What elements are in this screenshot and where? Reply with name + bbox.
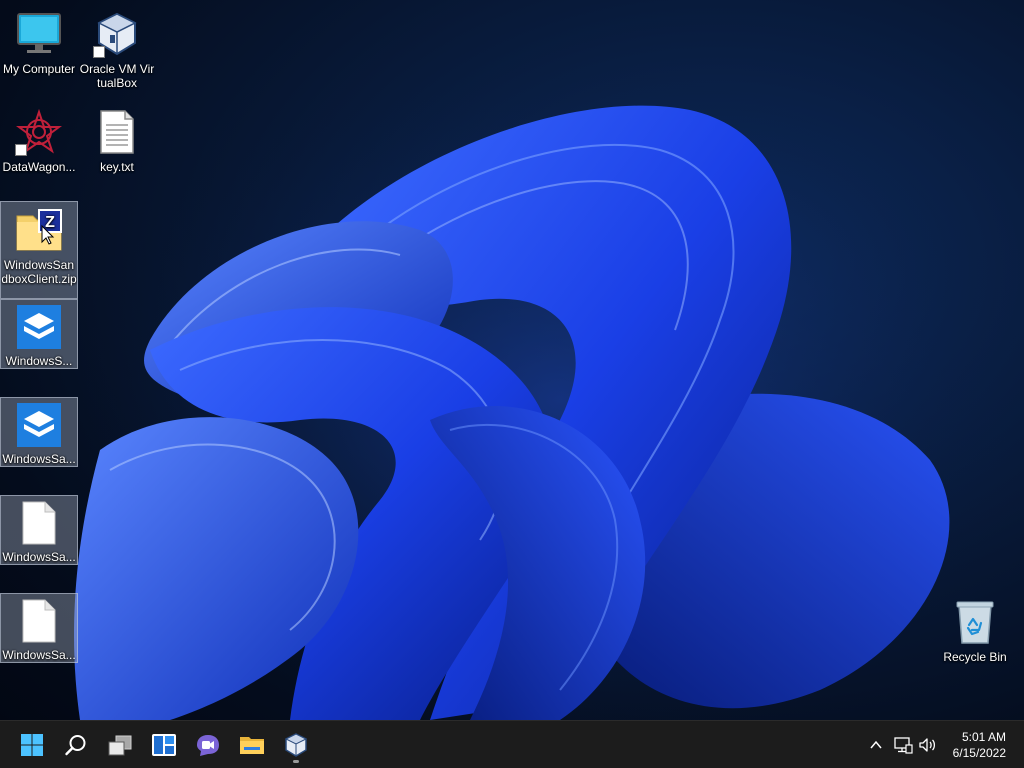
desktop-icon-label: WindowsSa... (2, 648, 76, 662)
windows-logo-icon (21, 734, 43, 756)
desktop-icon-sandbox-client-zip[interactable]: Z WindowsSandboxClient.zip (0, 201, 78, 299)
svg-text:Z: Z (45, 214, 55, 231)
running-indicator (293, 760, 299, 763)
desktop-icon-label: WindowsS... (5, 354, 73, 368)
datawagon-icon (15, 108, 63, 156)
shortcut-arrow-icon (15, 144, 27, 156)
desktop-icon-windows-sandbox-2[interactable]: WindowsSa... (0, 397, 78, 467)
task-view-button[interactable] (100, 725, 140, 765)
file-explorer-button[interactable] (232, 725, 272, 765)
chat-button[interactable] (188, 725, 228, 765)
monitor-icon (15, 10, 63, 58)
desktop-icon-label: Recycle Bin (943, 650, 1007, 664)
virtualbox-icon (93, 10, 141, 58)
blank-file-icon (15, 598, 63, 644)
desktop-icon-key-txt[interactable]: key.txt (78, 104, 156, 174)
desktop-icon-windows-sandbox-file-1[interactable]: WindowsSa... (0, 495, 78, 565)
desktop-icon-label: My Computer (2, 62, 76, 76)
virtualbox-taskbar-button[interactable] (276, 725, 316, 765)
sandbox-icon (15, 304, 63, 350)
clock-date: 6/15/2022 (952, 746, 1006, 760)
desktop-icon-label: WindowsSandboxClient.zip (1, 258, 77, 286)
folder-icon (240, 737, 264, 754)
desktop[interactable]: My Computer Oracle VM VirtualBox DataWag… (0, 0, 1024, 768)
desktop-icon-recycle-bin[interactable]: Recycle Bin (936, 594, 1014, 664)
sandbox-icon (15, 402, 63, 448)
desktop-icon-label: WindowsSa... (2, 550, 76, 564)
search-icon (65, 735, 86, 756)
task-view-icon (108, 735, 132, 756)
recycle-bin-icon (951, 598, 999, 646)
shortcut-arrow-icon (93, 46, 105, 58)
desktop-icon-label: WindowsSa... (2, 452, 76, 466)
desktop-icon-label: key.txt (100, 160, 134, 174)
network-icon (894, 737, 913, 754)
taskbar: 5:01 AM 6/15/2022 (0, 720, 1024, 768)
desktop-icon-windows-sandbox-1[interactable]: WindowsS... (0, 299, 78, 369)
widgets-icon (152, 734, 176, 756)
show-hidden-icons-button[interactable] (864, 733, 888, 757)
chevron-up-icon (870, 740, 882, 749)
volume-icon (919, 738, 936, 752)
blank-file-icon (15, 500, 63, 546)
desktop-icon-windows-sandbox-file-2[interactable]: WindowsSa... (0, 593, 78, 663)
text-file-icon (93, 108, 141, 156)
start-button[interactable] (12, 725, 52, 765)
search-button[interactable] (56, 725, 96, 765)
zip-folder-icon: Z (15, 206, 63, 254)
widgets-button[interactable] (144, 725, 184, 765)
clock-time: 5:01 AM (961, 730, 1006, 744)
desktop-icon-virtualbox[interactable]: Oracle VM VirtualBox (78, 6, 156, 90)
desktop-icon-my-computer[interactable]: My Computer (0, 6, 78, 76)
desktop-icon-label: DataWagon... (2, 160, 76, 174)
chat-icon (197, 735, 219, 756)
desktop-icon-datawagon[interactable]: DataWagon... (0, 104, 78, 174)
network-button[interactable] (891, 733, 915, 757)
virtualbox-icon (284, 733, 308, 757)
clock[interactable]: 5:01 AM 6/15/2022 (936, 729, 1006, 761)
desktop-icon-label: Oracle VM VirtualBox (79, 62, 155, 90)
